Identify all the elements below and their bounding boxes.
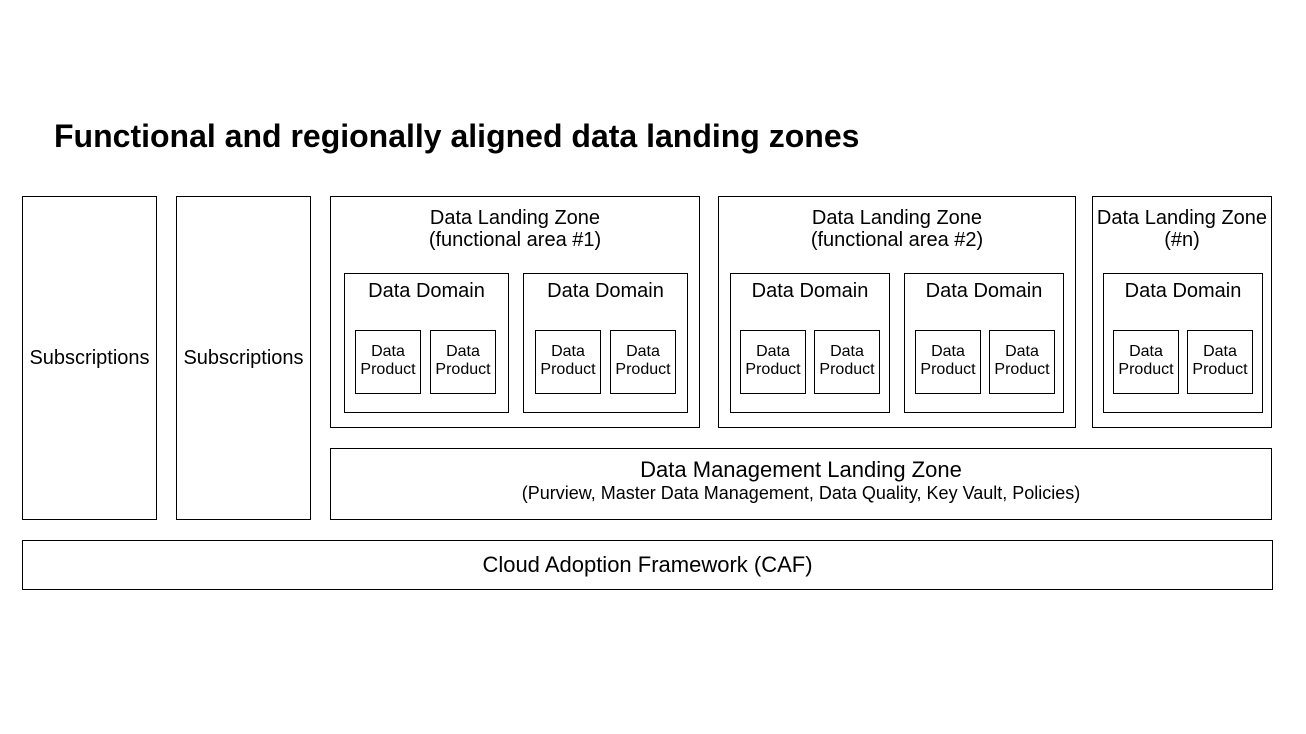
product-l1: Data: [356, 343, 420, 361]
product-l1: Data: [1188, 343, 1252, 361]
subscriptions-box-2: Subscriptions: [176, 196, 311, 520]
data-product-box: Data Product: [814, 330, 880, 394]
product-l2: Product: [536, 361, 600, 379]
data-domain-label: Data Domain: [1125, 280, 1242, 302]
data-domain-label: Data Domain: [926, 280, 1043, 302]
product-l1: Data: [815, 343, 879, 361]
product-l2: Product: [741, 361, 805, 379]
product-l1: Data: [1114, 343, 1178, 361]
product-l2: Product: [356, 361, 420, 379]
subscriptions-label: Subscriptions: [29, 347, 149, 370]
product-l1: Data: [741, 343, 805, 361]
data-domain-label: Data Domain: [752, 280, 869, 302]
product-l2: Product: [611, 361, 675, 379]
data-product-box: Data Product: [915, 330, 981, 394]
zone-title-line2: (functional area #1): [331, 229, 699, 251]
dmlz-title: Data Management Landing Zone: [331, 457, 1271, 483]
data-product-box: Data Product: [535, 330, 601, 394]
product-l2: Product: [990, 361, 1054, 379]
data-domain-label: Data Domain: [368, 280, 485, 302]
data-management-landing-zone: Data Management Landing Zone (Purview, M…: [330, 448, 1272, 520]
data-product-box: Data Product: [1187, 330, 1253, 394]
zone-title-line1: Data Landing Zone: [1093, 207, 1271, 229]
data-product-box: Data Product: [355, 330, 421, 394]
product-l2: Product: [1188, 361, 1252, 379]
data-product-box: Data Product: [610, 330, 676, 394]
product-l2: Product: [1114, 361, 1178, 379]
subscriptions-box-1: Subscriptions: [22, 196, 157, 520]
zone-title-line1: Data Landing Zone: [331, 207, 699, 229]
product-l2: Product: [431, 361, 495, 379]
zone-title-line2: (functional area #2): [719, 229, 1075, 251]
data-product-box: Data Product: [989, 330, 1055, 394]
data-domain-label: Data Domain: [547, 280, 664, 302]
cloud-adoption-framework-bar: Cloud Adoption Framework (CAF): [22, 540, 1273, 590]
product-l2: Product: [916, 361, 980, 379]
zone-title-line1: Data Landing Zone: [719, 207, 1075, 229]
product-l1: Data: [611, 343, 675, 361]
diagram-title: Functional and regionally aligned data l…: [54, 118, 859, 155]
zone-title-line2: (#n): [1093, 229, 1271, 251]
product-l1: Data: [536, 343, 600, 361]
data-product-box: Data Product: [430, 330, 496, 394]
product-l1: Data: [916, 343, 980, 361]
product-l1: Data: [431, 343, 495, 361]
data-product-box: Data Product: [740, 330, 806, 394]
data-product-box: Data Product: [1113, 330, 1179, 394]
product-l1: Data: [990, 343, 1054, 361]
caf-label: Cloud Adoption Framework (CAF): [482, 552, 812, 578]
subscriptions-label: Subscriptions: [183, 347, 303, 370]
dmlz-subtitle: (Purview, Master Data Management, Data Q…: [331, 483, 1271, 504]
product-l2: Product: [815, 361, 879, 379]
